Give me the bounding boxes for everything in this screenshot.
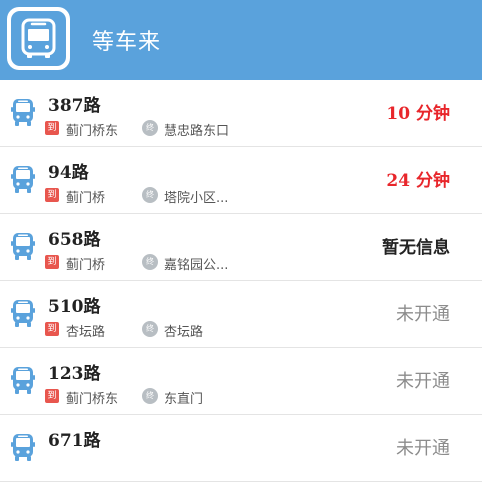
app-title: 等车来 — [92, 30, 162, 55]
route-row[interactable]: 510路 到 杏坛路 终 杏坛路 未开通 — [0, 281, 482, 348]
arrive-badge: 到 — [45, 188, 59, 202]
terminal-badge: 终 — [142, 254, 158, 270]
route-row[interactable]: 658路 到 蓟门桥 终 嘉铭园公... 暂无信息 — [0, 214, 482, 281]
eta-status: 24 分钟 — [386, 171, 450, 191]
route-name: 671路 — [48, 431, 101, 451]
arrive-badge: 到 — [45, 389, 59, 403]
boarding-stop: 蓟门桥东 — [66, 124, 119, 139]
arrive-badge: 到 — [45, 121, 59, 135]
terminal-badge: 终 — [142, 321, 158, 337]
route-name: 387路 — [48, 96, 101, 116]
app-header: 等车来 — [0, 0, 482, 80]
route-list: 387路 到 蓟门桥东 终 慧忠路东口 10 分钟 94路 到 蓟门桥 终 塔院… — [0, 80, 482, 482]
route-row[interactable]: 94路 到 蓟门桥 终 塔院小区... 24 分钟 — [0, 147, 482, 214]
route-row[interactable]: 671路 未开通 — [0, 415, 482, 482]
boarding-stop: 杏坛路 — [66, 325, 106, 340]
boarding-stop: 蓟门桥 — [66, 258, 106, 273]
app-logo[interactable] — [7, 7, 70, 70]
terminal-stop: 慧忠路东口 — [164, 124, 230, 139]
bus-icon — [11, 233, 35, 260]
arrive-badge: 到 — [45, 322, 59, 336]
terminal-stop: 塔院小区... — [164, 191, 229, 206]
eta-status: 未开通 — [396, 304, 450, 325]
bus-icon — [11, 434, 35, 461]
bus-icon — [11, 367, 35, 394]
eta-status: 未开通 — [396, 438, 450, 459]
route-name: 510路 — [48, 297, 101, 317]
route-name: 658路 — [48, 230, 101, 250]
terminal-stop: 嘉铭园公... — [164, 258, 229, 273]
route-name: 123路 — [48, 364, 101, 384]
eta-status: 暂无信息 — [382, 238, 450, 258]
bus-icon — [11, 166, 35, 193]
route-row[interactable]: 387路 到 蓟门桥东 终 慧忠路东口 10 分钟 — [0, 80, 482, 147]
bus-icon — [11, 300, 35, 327]
eta-status: 10 分钟 — [386, 104, 450, 124]
boarding-stop: 蓟门桥东 — [66, 392, 119, 407]
terminal-badge: 终 — [142, 120, 158, 136]
eta-status: 未开通 — [396, 371, 450, 392]
bus-icon — [11, 99, 35, 126]
terminal-badge: 终 — [142, 388, 158, 404]
terminal-badge: 终 — [142, 187, 158, 203]
route-name: 94路 — [48, 163, 89, 183]
arrive-badge: 到 — [45, 255, 59, 269]
bus-icon — [11, 11, 66, 66]
route-row[interactable]: 123路 到 蓟门桥东 终 东直门 未开通 — [0, 348, 482, 415]
terminal-stop: 东直门 — [164, 392, 204, 407]
boarding-stop: 蓟门桥 — [66, 191, 106, 206]
terminal-stop: 杏坛路 — [164, 325, 204, 340]
